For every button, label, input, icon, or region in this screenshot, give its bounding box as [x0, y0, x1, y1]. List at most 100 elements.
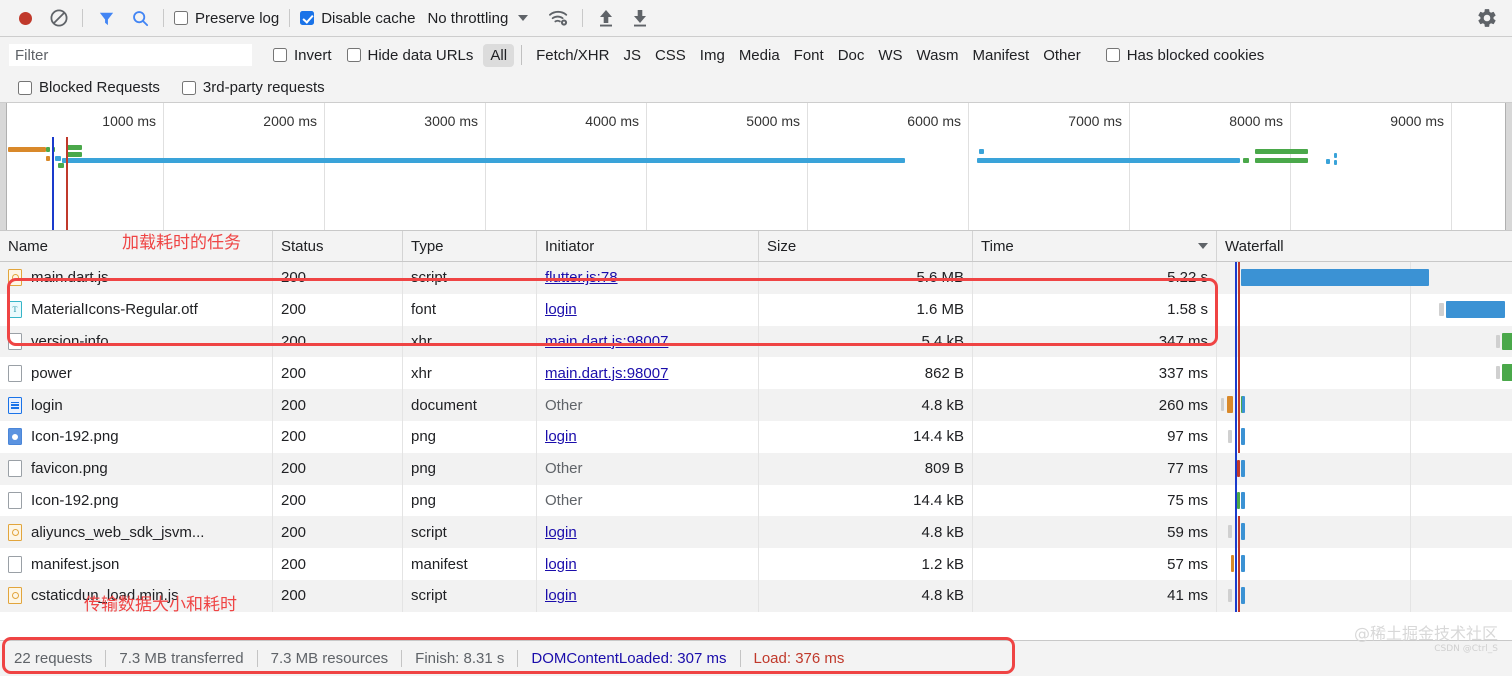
column-header-name[interactable]: Name	[0, 231, 272, 261]
waterfall-bar	[1231, 555, 1234, 573]
waterfall-bar	[1502, 364, 1512, 382]
clear-button[interactable]	[42, 4, 76, 32]
cell-size: 5.4 kB	[758, 325, 972, 358]
cell-type: manifest	[402, 548, 536, 580]
cell-name[interactable]: login	[0, 389, 272, 421]
cell-name[interactable]: Icon-192.png	[0, 421, 272, 453]
type-filter-ws[interactable]: WS	[871, 44, 909, 67]
type-filter-media[interactable]: Media	[732, 44, 787, 67]
table-row[interactable]: version-info 200 xhr main.dart.js:98007 …	[0, 325, 1512, 358]
type-filter-css[interactable]: CSS	[648, 44, 693, 67]
cell-name[interactable]: cstaticdun_load.min.js	[0, 580, 272, 612]
filter-toggle-button[interactable]	[89, 4, 123, 32]
overview-gridline	[968, 103, 969, 230]
waterfall-bar	[1502, 332, 1512, 350]
column-header-type[interactable]: Type	[402, 231, 536, 261]
preserve-log-box[interactable]	[174, 11, 188, 25]
overview-left-handle[interactable]	[0, 103, 7, 230]
third-party-requests-box[interactable]	[181, 80, 196, 95]
disable-cache-box[interactable]	[300, 11, 315, 25]
cell-name[interactable]: manifest.json	[0, 548, 272, 580]
cell-name[interactable]: favicon.png	[0, 453, 272, 485]
initiator-link[interactable]: main.dart.js:98007	[545, 333, 668, 350]
summary-load: Load: 376 ms	[753, 650, 845, 667]
type-filter-doc[interactable]: Doc	[831, 44, 872, 67]
cell-type: script	[402, 262, 536, 294]
script-file-icon	[8, 269, 22, 287]
cell-initiator[interactable]: login	[536, 579, 758, 612]
column-header-time[interactable]: Time	[972, 231, 1216, 261]
type-filter-font[interactable]: Font	[787, 44, 831, 67]
cell-name[interactable]: main.dart.js	[0, 262, 272, 294]
options-bar: Blocked Requests 3rd-party requests	[0, 73, 1512, 103]
cell-initiator[interactable]: login	[536, 420, 758, 453]
initiator-link[interactable]: login	[545, 428, 577, 445]
table-row[interactable]: main.dart.js 200 script flutter.js:78 5.…	[0, 262, 1512, 294]
filter-input[interactable]	[8, 43, 253, 67]
initiator-link[interactable]: flutter.js:78	[545, 269, 618, 286]
cell-name[interactable]: aliyuncs_web_sdk_jsvm...	[0, 516, 272, 548]
initiator-link[interactable]: login	[545, 301, 577, 318]
overview-request-band	[58, 163, 64, 168]
cell-initiator[interactable]: login	[536, 293, 758, 326]
blocked-requests-box[interactable]	[18, 80, 32, 95]
search-button[interactable]	[123, 4, 157, 32]
type-filter-manifest[interactable]: Manifest	[966, 44, 1037, 67]
overview-gridline	[163, 103, 164, 230]
type-filter-wasm[interactable]: Wasm	[910, 44, 966, 67]
has-blocked-cookies-box[interactable]	[1105, 48, 1120, 62]
hide-data-urls-checkbox[interactable]: Hide data URLs	[343, 47, 478, 64]
type-filter-js[interactable]: JS	[616, 44, 648, 67]
network-conditions-button[interactable]	[542, 4, 576, 32]
preserve-log-checkbox[interactable]: Preserve log	[170, 10, 283, 27]
table-row[interactable]: Icon-192.png 200 png login 14.4 kB 97 ms	[0, 420, 1512, 453]
disable-cache-checkbox[interactable]: Disable cache	[296, 10, 419, 27]
cell-name[interactable]: power	[0, 357, 272, 389]
cell-name[interactable]: version-info	[0, 326, 272, 358]
initiator-link[interactable]: main.dart.js:98007	[545, 365, 668, 382]
type-filter-img[interactable]: Img	[693, 44, 732, 67]
type-filter-all[interactable]: All	[483, 43, 515, 67]
waterfall-dcl-line	[1235, 579, 1237, 612]
cell-initiator[interactable]: login	[536, 516, 758, 549]
throttling-dropdown[interactable]: No throttling	[427, 10, 529, 27]
table-row[interactable]: power 200 xhr main.dart.js:98007 862 B 3…	[0, 357, 1512, 390]
cell-initiator[interactable]: main.dart.js:98007	[536, 357, 758, 390]
initiator-link[interactable]: login	[545, 587, 577, 604]
initiator-link[interactable]: login	[545, 556, 577, 573]
settings-button[interactable]	[1470, 4, 1504, 32]
table-row[interactable]: aliyuncs_web_sdk_jsvm... 200 script logi…	[0, 516, 1512, 549]
hide-data-urls-box[interactable]	[346, 48, 361, 62]
type-filter-fetch-xhr[interactable]: Fetch/XHR	[529, 44, 616, 67]
table-row[interactable]: T MaterialIcons-Regular.otf 200 font log…	[0, 293, 1512, 326]
network-overview-timeline[interactable]: 1000 ms 2000 ms 3000 ms 4000 ms 5000 ms …	[0, 103, 1512, 231]
import-har-button[interactable]	[589, 4, 623, 32]
table-row[interactable]: cstaticdun_load.min.js 200 script login …	[0, 579, 1512, 612]
waterfall-load-line	[1238, 516, 1240, 549]
column-header-waterfall[interactable]: Waterfall	[1216, 231, 1512, 261]
cell-name[interactable]: T MaterialIcons-Regular.otf	[0, 294, 272, 326]
cell-size: 5.6 MB	[758, 262, 972, 294]
invert-box[interactable]	[273, 48, 287, 62]
table-row[interactable]: manifest.json 200 manifest login 1.2 kB …	[0, 548, 1512, 580]
cell-initiator[interactable]: login	[536, 548, 758, 580]
table-row[interactable]: favicon.png 200 png Other 809 B 77 ms	[0, 452, 1512, 485]
column-header-size[interactable]: Size	[758, 231, 972, 261]
third-party-requests-checkbox[interactable]: 3rd-party requests	[178, 79, 329, 96]
column-header-status[interactable]: Status	[272, 231, 402, 261]
column-header-initiator[interactable]: Initiator	[536, 231, 758, 261]
table-row[interactable]: Icon-192.png 200 png Other 14.4 kB 75 ms	[0, 484, 1512, 517]
type-filter-other[interactable]: Other	[1036, 44, 1088, 67]
invert-checkbox[interactable]: Invert	[269, 47, 336, 64]
cell-name[interactable]: Icon-192.png	[0, 485, 272, 517]
overview-right-handle[interactable]	[1505, 103, 1512, 230]
cell-initiator[interactable]: flutter.js:78	[536, 262, 758, 294]
table-row[interactable]: login 200 document Other 4.8 kB 260 ms	[0, 389, 1512, 421]
cell-initiator[interactable]: main.dart.js:98007	[536, 325, 758, 358]
has-blocked-cookies-checkbox[interactable]: Has blocked cookies	[1102, 47, 1269, 64]
cell-status: 200	[272, 389, 402, 421]
export-har-button[interactable]	[623, 4, 657, 32]
record-button[interactable]	[8, 4, 42, 32]
initiator-link[interactable]: login	[545, 524, 577, 541]
blocked-requests-checkbox[interactable]: Blocked Requests	[14, 79, 164, 96]
